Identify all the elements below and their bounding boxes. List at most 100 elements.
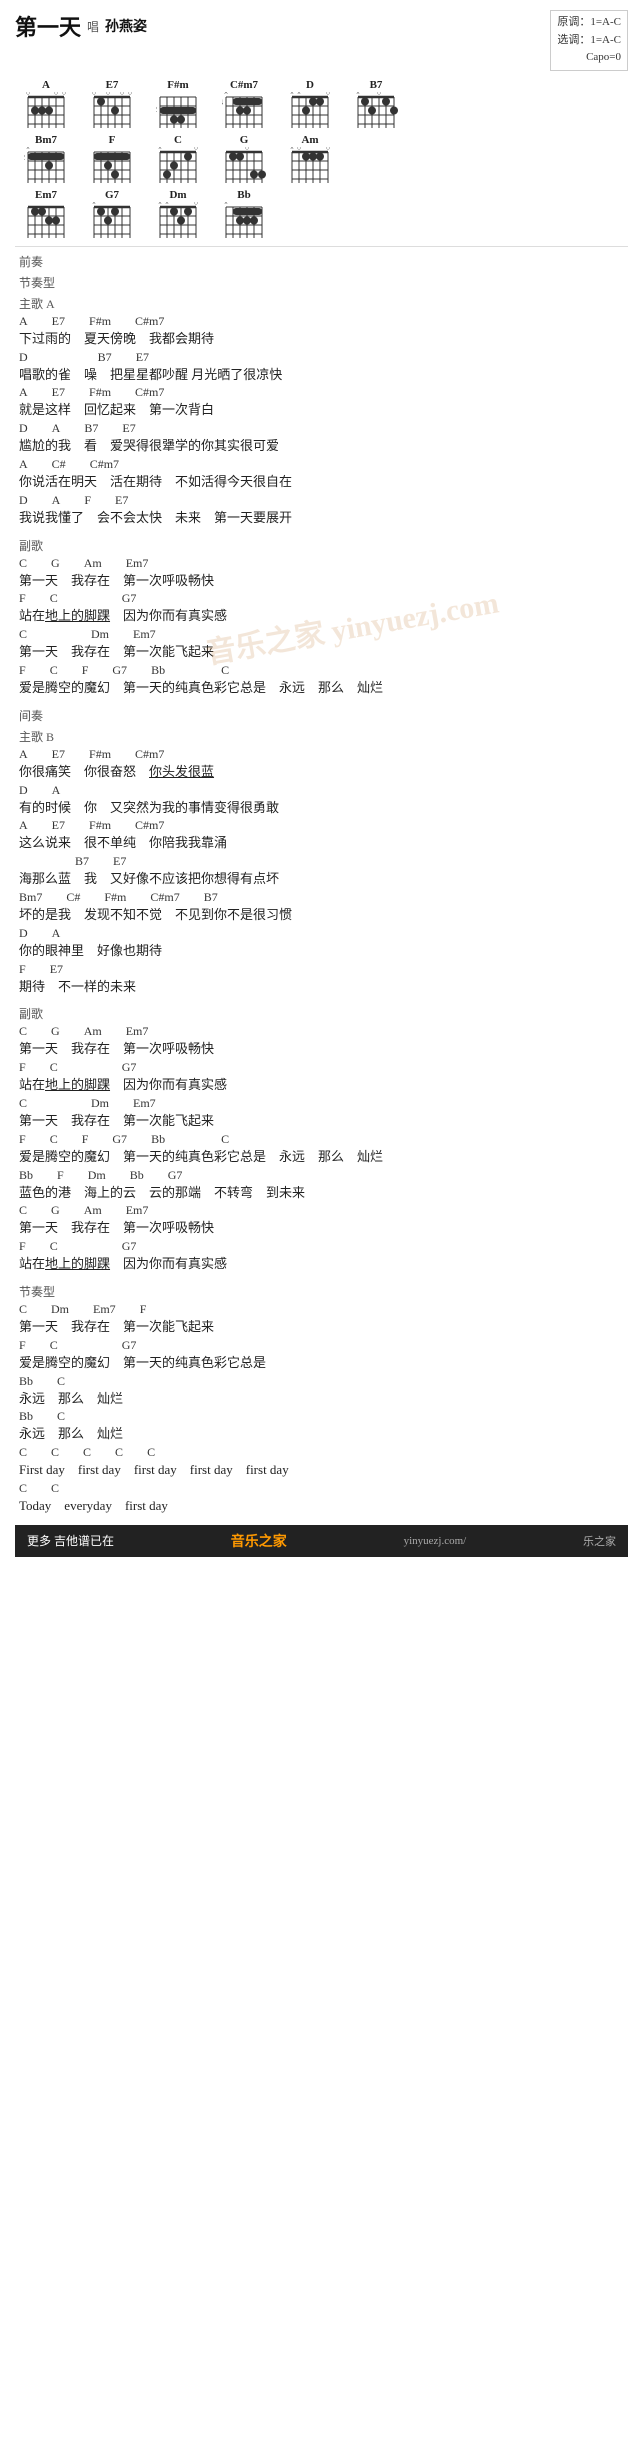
chord-line: Bb C — [19, 1409, 624, 1424]
chord-B7: B7 × ○ — [345, 79, 407, 130]
svg-text:○: ○ — [377, 92, 381, 97]
footer-right: 乐之家 — [583, 1533, 616, 1549]
title-area: 第一天 唱 孙燕姿 — [15, 10, 147, 42]
svg-text:×: × — [297, 92, 301, 97]
chord-line: A E7 F#m C#m7 — [19, 385, 624, 400]
section-rhythm2: 节奏型 — [19, 1283, 624, 1300]
lyric: 你的眼神里 好像也期待 — [19, 941, 624, 962]
divider — [15, 246, 628, 247]
chord-line: A E7 F#m C#m7 — [19, 747, 624, 762]
chord-Am: Am × ○ ○ — [279, 134, 341, 185]
svg-text:○: ○ — [26, 92, 30, 97]
svg-text:○: ○ — [106, 92, 110, 97]
lyric: 下过雨的 夏天傍晚 我都会期待 — [19, 329, 624, 350]
lyric: 第一天 我存在 第一次能飞起来 — [19, 642, 624, 663]
svg-text:×: × — [224, 202, 228, 207]
svg-text:4: 4 — [222, 98, 223, 107]
lyric: 爱是腾空的魔幻 第一天的纯真色彩它总是 永远 那么 灿烂 — [19, 678, 624, 699]
section-verse-b: 主歌 B — [19, 728, 624, 745]
chord-Bm7: Bm7 × 2 — [15, 134, 77, 185]
artist-name: 孙燕姿 — [105, 16, 147, 36]
song-content: 音乐之家 yinyuezj.com 前奏 节奏型 主歌 A A E7 F#m C… — [15, 253, 628, 1517]
chord-G: G ○ — [213, 134, 275, 185]
page: 第一天 唱 孙燕姿 原调：1=A-C 选调：1=A-C Capo=0 A — [0, 0, 643, 1567]
lyric: 蓝色的港 海上的云 云的那端 不转弯 到未来 — [19, 1183, 624, 1204]
lyric: 第一天 我存在 第一次呼吸畅快 — [19, 1039, 624, 1060]
svg-text:×: × — [290, 92, 294, 97]
chord-Em7: Em7 — [15, 189, 77, 240]
lyric: 第一天 我存在 第一次呼吸畅快 — [19, 571, 624, 592]
chord-G7: G7 × — [81, 189, 143, 240]
svg-text:×: × — [356, 92, 360, 97]
svg-text:×: × — [165, 202, 169, 207]
chord-D: D × × ○ — [279, 79, 341, 130]
lyric-today: Today everyday first day — [19, 1496, 624, 1517]
lyric: 站在地上的脚踝 因为你而有真实感 — [19, 1254, 624, 1275]
chord-Csharpm7: C#m7 × 4 — [213, 79, 275, 130]
chord-E7: E7 ○ ○ ○ ○ — [81, 79, 143, 130]
chord-line: F C F G7 Bb C — [19, 663, 624, 678]
lyric: 第一天 我存在 第一次呼吸畅快 — [19, 1218, 624, 1239]
tuning-box: 原调：1=A-C 选调：1=A-C Capo=0 — [550, 10, 628, 71]
chord-line: Bb C — [19, 1374, 624, 1389]
section-verse-a: 主歌 A — [19, 295, 624, 312]
capo: Capo=0 — [557, 49, 621, 67]
chord-line: C C C C C — [19, 1445, 624, 1460]
svg-text:○: ○ — [297, 147, 301, 152]
lyric: 海那么蓝 我 又好像不应该把你想得有点坏 — [19, 869, 624, 890]
chord-line: D A F E7 — [19, 493, 624, 508]
svg-text:○: ○ — [62, 92, 66, 97]
chord-line: F C G7 — [19, 1338, 624, 1353]
chord-line: C C — [19, 1481, 624, 1496]
chord-line: F C F G7 Bb C — [19, 1132, 624, 1147]
chord-A: A ○ ○ ○ — [15, 79, 77, 130]
section-rhythm: 节奏型 — [19, 274, 624, 291]
chord-line: A E7 F#m C#m7 — [19, 314, 624, 329]
chord-line: F E7 — [19, 962, 624, 977]
chord-line: C G Am Em7 — [19, 1203, 624, 1218]
chord-line: Bb F Dm Bb G7 — [19, 1168, 624, 1183]
lyric: 我说我懂了 会不会太快 未来 第一天要展开 — [19, 508, 624, 529]
svg-text:○: ○ — [326, 92, 330, 97]
lyric: 永远 那么 灿烂 — [19, 1389, 624, 1410]
svg-text:○: ○ — [245, 147, 249, 152]
lyric: 就是这样 回忆起来 第一次背白 — [19, 400, 624, 421]
lyric: 唱歌的雀 噪 把星星都吵醒 月光晒了很凉快 — [19, 365, 624, 386]
svg-text:2: 2 — [24, 153, 25, 162]
svg-text:○: ○ — [194, 147, 198, 152]
lyric: 尴尬的我 看 爱哭得很犟学的你其实很可爱 — [19, 436, 624, 457]
lyric: 站在地上的脚踝 因为你而有真实感 — [19, 1075, 624, 1096]
section-chorus1: 副歌 — [19, 537, 624, 554]
lyric: 期待 不一样的未来 — [19, 977, 624, 998]
svg-text:2: 2 — [156, 105, 157, 114]
chord-line: F C G7 — [19, 591, 624, 606]
section-intro: 前奏 — [19, 253, 624, 270]
chord-line: D B7 E7 — [19, 350, 624, 365]
chord-line: B7 E7 — [19, 854, 624, 869]
chord-line: D A B7 E7 — [19, 421, 624, 436]
footer-brand: 音乐之家 — [231, 1531, 287, 1551]
chord-Dm: Dm × × ○ — [147, 189, 209, 240]
lyric: 你很痛笑 你很奋怒 你头发很蓝 — [19, 762, 624, 783]
lyric: 有的时候 你 又突然为我的事情变得很勇敢 — [19, 798, 624, 819]
svg-text:○: ○ — [194, 202, 198, 207]
chord-line: C G Am Em7 — [19, 1024, 624, 1039]
lyric: 第一天 我存在 第一次能飞起来 — [19, 1111, 624, 1132]
footer: 更多 吉他谱已在 音乐之家 yinyuezj.com/ 乐之家 — [15, 1525, 628, 1557]
chord-row-1: A ○ ○ ○ — [15, 79, 628, 130]
chord-line: D A — [19, 926, 624, 941]
song-title: 第一天 — [15, 10, 81, 42]
lyric: 站在地上的脚踝 因为你而有真实感 — [19, 606, 624, 627]
svg-text:○: ○ — [120, 92, 124, 97]
chord-line: F C G7 — [19, 1060, 624, 1075]
lyric: 你说活在明天 活在期待 不如活得今天很自在 — [19, 472, 624, 493]
svg-text:×: × — [26, 147, 30, 152]
tuning1: 原调：1=A-C — [557, 14, 621, 32]
footer-url: yinyuezj.com/ — [404, 1535, 467, 1547]
chord-line: Bm7 C# F#m C#m7 B7 — [19, 890, 624, 905]
svg-text:○: ○ — [128, 92, 132, 97]
chord-C: C × ○ — [147, 134, 209, 185]
svg-text:×: × — [224, 92, 229, 97]
header: 第一天 唱 孙燕姿 原调：1=A-C 选调：1=A-C Capo=0 — [15, 10, 628, 71]
chord-row-2: Bm7 × 2 F — [15, 134, 628, 185]
